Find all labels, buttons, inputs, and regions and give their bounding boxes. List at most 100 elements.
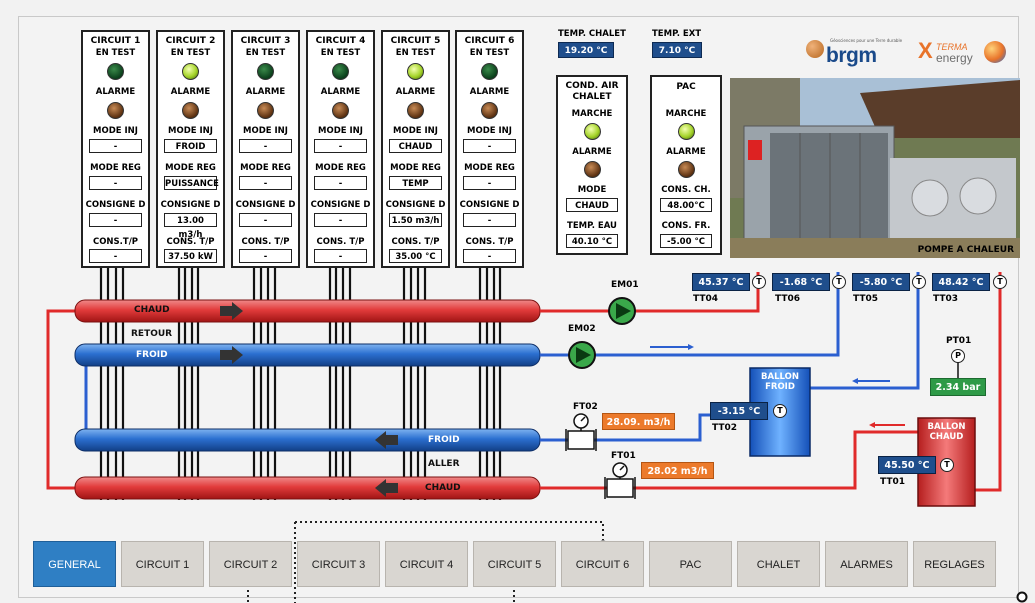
mode-inj-label: MODE INJ	[467, 126, 512, 136]
pipe-retour-label: RETOUR	[131, 329, 173, 339]
nav-chalet-button[interactable]: CHALET	[737, 541, 820, 587]
en-test-led-icon	[257, 63, 274, 80]
en-test-label: EN TEST	[320, 48, 361, 58]
circuit-title: CIRCUIT 3	[240, 36, 291, 46]
cond-air-alarme-label: ALARME	[572, 147, 612, 157]
nav-pac-button[interactable]: PAC	[649, 541, 732, 587]
tt03-sensor-icon: T	[993, 275, 1007, 289]
alarm-led-icon	[182, 102, 199, 119]
en-test-label: EN TEST	[170, 48, 211, 58]
pac-cons-ch-value: 48.00°C	[660, 198, 712, 212]
cons-tp-value: -	[314, 249, 367, 263]
mode-reg-value: -	[463, 176, 516, 190]
ft02-label: FT02	[573, 402, 598, 412]
flowmeter-ft02-icon	[565, 413, 597, 451]
scada-screen: CIRCUIT 1 EN TEST ALARME MODE INJ - MODE REG -…	[0, 0, 1035, 603]
alarm-label: ALARME	[395, 87, 436, 97]
pac-marche-led-icon	[678, 123, 695, 140]
brgm-logo: Géosciences pour une Terre durable brgm	[806, 36, 902, 70]
nav-alarmes-button[interactable]: ALARMES	[825, 541, 908, 587]
alarm-led-icon	[481, 102, 498, 119]
circuit-panel-6: CIRCUIT 6 EN TEST ALARME MODE INJ - MODE REG -…	[455, 30, 524, 268]
mode-reg-label: MODE REG	[464, 163, 515, 173]
nav-circuit-3-button[interactable]: CIRCUIT 3	[297, 541, 380, 587]
pac-cons-fr-value: -5.00 °C	[660, 234, 712, 248]
en-test-label: EN TEST	[245, 48, 286, 58]
nav-circuit-1-button[interactable]: CIRCUIT 1	[121, 541, 204, 587]
tt06-label: TT06	[775, 294, 801, 304]
en-test-led-icon	[332, 63, 349, 80]
mode-inj-value: -	[89, 139, 142, 153]
cons-tp-label: CONS. T/P	[241, 237, 290, 247]
circuit-title: CIRCUIT 6	[464, 36, 515, 46]
en-test-label: EN TEST	[469, 48, 510, 58]
alarm-label: ALARME	[469, 87, 510, 97]
cons-tp-label: CONS. T/P	[391, 237, 440, 247]
consigne-label: CONSIGNE D	[310, 200, 371, 210]
nav-circuit-5-button[interactable]: CIRCUIT 5	[473, 541, 556, 587]
nav-reglages-button[interactable]: REGLAGES	[913, 541, 996, 587]
pac-marche-label: MARCHE	[665, 109, 707, 119]
flowmeter-ft01-icon	[604, 462, 636, 499]
tt02-label: TT02	[712, 423, 738, 433]
nav-circuit-6-button[interactable]: CIRCUIT 6	[561, 541, 644, 587]
en-test-led-icon	[481, 63, 498, 80]
tt06-value: -1.68 °C	[772, 273, 830, 291]
mode-inj-value: -	[239, 139, 292, 153]
mode-inj-value: -	[314, 139, 367, 153]
hot-return-loop	[46, 309, 75, 490]
consigne-label: CONSIGNE D	[160, 200, 221, 210]
tt05-value: -5.80 °C	[852, 273, 910, 291]
circuit-panel-4: CIRCUIT 4 EN TEST ALARME MODE INJ - MODE REG -…	[306, 30, 375, 268]
mode-inj-value: -	[463, 139, 516, 153]
consigne-label: CONSIGNE D	[459, 200, 520, 210]
pipe-froid-bottom-label: FROID	[428, 435, 460, 445]
nav-general-button[interactable]: GENERAL	[33, 541, 116, 587]
nav-circuit-4-button[interactable]: CIRCUIT 4	[385, 541, 468, 587]
alarm-led-icon	[407, 102, 424, 119]
cond-air-panel: COND. AIR CHALET MARCHE ALARME MODE CHAU…	[556, 75, 628, 255]
mode-reg-label: MODE REG	[165, 163, 216, 173]
tt03-value: 48.42 °C	[932, 273, 990, 291]
tt01-value: 45.50 °C	[878, 456, 936, 474]
cons-tp-value: 35.00 °C	[389, 249, 442, 263]
circuit-title: CIRCUIT 5	[390, 36, 441, 46]
tt04-value: 45.37 °C	[692, 273, 750, 291]
cond-air-mode-label: MODE	[577, 185, 607, 195]
nav-circuit-2-button[interactable]: CIRCUIT 2	[209, 541, 292, 587]
pt01-label: PT01	[946, 336, 972, 346]
mode-reg-value: -	[89, 176, 142, 190]
tt03-label: TT03	[933, 294, 959, 304]
cond-air-mode-value: CHAUD	[566, 198, 618, 212]
heat-pump-image	[730, 78, 1020, 258]
mode-inj-label: MODE INJ	[318, 126, 363, 136]
consigne-label: CONSIGNE D	[85, 200, 146, 210]
brgm-tagline: Géosciences pour une Terre durable	[830, 38, 903, 43]
cond-air-temp-eau-value: 40.10 °C	[566, 234, 618, 248]
pac-alarme-label: ALARME	[666, 147, 706, 157]
circuit-title: CIRCUIT 4	[315, 36, 366, 46]
mode-reg-value: PUISSANCE	[164, 176, 219, 190]
alarm-led-icon	[107, 102, 124, 119]
cold-return-loop	[75, 353, 88, 442]
brgm-wordmark: brgm	[826, 44, 877, 67]
pac-title: PAC	[676, 82, 696, 92]
pac-alarme-led-icon	[678, 161, 695, 178]
cond-air-marche-label: MARCHE	[571, 109, 613, 119]
cons-tp-label: CONS. T/P	[465, 237, 514, 247]
tt01-label: TT01	[880, 477, 906, 487]
terma-bottom-text: energy	[936, 51, 973, 65]
en-test-led-icon	[407, 63, 424, 80]
temp-ext-value: 7.10 °C	[652, 42, 702, 58]
consigne-label: CONSIGNE D	[385, 200, 446, 210]
mode-inj-value: CHAUD	[389, 139, 442, 153]
mode-reg-label: MODE REG	[315, 163, 366, 173]
mode-inj-label: MODE INJ	[168, 126, 213, 136]
ft01-value: 28.02 m3/h	[641, 462, 714, 479]
circuit-panel-3: CIRCUIT 3 EN TEST ALARME MODE INJ - MODE REG -…	[231, 30, 300, 268]
tank-cold-label: BALLON FROID	[761, 372, 799, 392]
pt01-sensor-icon: P	[951, 349, 965, 363]
terma-x-mark: X	[918, 38, 933, 63]
pac-cons-fr-label: CONS. FR.	[661, 221, 711, 231]
tt05-label: TT05	[853, 294, 879, 304]
